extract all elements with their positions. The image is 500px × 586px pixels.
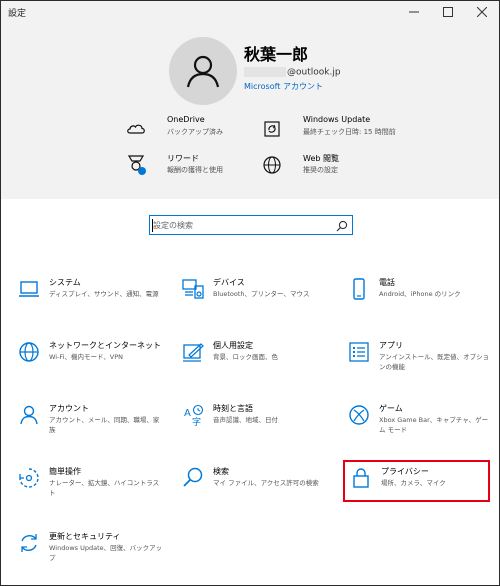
search-icon[interactable]: [336, 220, 348, 232]
category-desc: Xbox Game Bar、キャプチャ、ゲーム モード: [379, 416, 489, 434]
web-browsing-status[interactable]: Web 閲覧 推奨の設定: [261, 153, 401, 183]
category-desc: Wi-Fi、機内モード、VPN: [49, 353, 123, 361]
person-icon: [17, 403, 41, 427]
category-desc: Android、iPhone のリンク: [379, 290, 461, 298]
svg-text:A: A: [184, 408, 191, 419]
category-phone[interactable]: 電話 Android、iPhone のリンク: [347, 277, 497, 321]
category-title: アカウント: [49, 404, 89, 413]
account-header: 秋葉一郎 @outlook.jp Microsoft アカウント OneDriv…: [1, 23, 499, 199]
category-desc: 背景、ロック画面、色: [213, 353, 278, 361]
category-desc: ナレーター、拡大鏡、ハイコントラスト: [49, 479, 160, 497]
privacy-highlight-box: [343, 460, 490, 502]
search-input[interactable]: [153, 218, 329, 233]
category-system[interactable]: システム ディスプレイ、サウンド、通知、電源: [17, 277, 167, 321]
category-title: 時刻と言語: [213, 404, 253, 413]
svg-text:字: 字: [192, 416, 201, 427]
rewards-sub: 報酬の獲得と使用: [167, 166, 223, 174]
laptop-icon: [17, 277, 41, 301]
phone-icon: [347, 277, 371, 301]
category-search[interactable]: 検索 マイ ファイル、アクセス許可の検索: [181, 466, 331, 510]
category-desc: Bluetooth、プリンター、マウス: [213, 290, 310, 298]
category-title: ゲーム: [379, 404, 403, 413]
category-title: 簡単操作: [49, 467, 81, 476]
onedrive-sub: バックアップ済み: [167, 128, 223, 136]
category-title: システム: [49, 278, 81, 287]
refresh-icon: [261, 118, 283, 140]
category-ease-of-access[interactable]: 簡単操作 ナレーター、拡大鏡、ハイコントラスト: [17, 466, 167, 510]
onedrive-status[interactable]: OneDrive バックアップ済み: [125, 115, 265, 145]
globe-icon: [17, 340, 41, 364]
category-network[interactable]: ネットワークとインターネット Wi-Fi、機内モード、VPN: [17, 340, 167, 384]
avatar[interactable]: [169, 37, 237, 105]
minimize-icon: [409, 11, 419, 13]
category-apps[interactable]: アプリ アンインストール、既定値、オプションの機能: [347, 340, 497, 384]
onedrive-label: OneDrive: [167, 115, 205, 124]
category-desc: アカウント、メール、同期、職場、家族: [49, 416, 160, 434]
category-accounts[interactable]: アカウント アカウント、メール、同期、職場、家族: [17, 403, 167, 447]
web-browsing-sub: 推奨の設定: [303, 166, 338, 174]
category-desc: Windows Update、回復、バックアップ: [49, 544, 163, 562]
category-title: ネットワークとインターネット: [49, 341, 161, 350]
windows-update-status[interactable]: Windows Update 最終チェック日時: 15 時間前: [261, 115, 421, 145]
category-title: 検索: [213, 467, 229, 476]
microsoft-account-link[interactable]: Microsoft アカウント: [244, 81, 323, 92]
devices-icon: [181, 277, 205, 301]
maximize-icon: [443, 7, 453, 17]
maximize-button[interactable]: [431, 1, 465, 23]
category-update-security[interactable]: 更新とセキュリティ Windows Update、回復、バックアップ: [17, 531, 167, 575]
category-title: 電話: [379, 278, 395, 287]
web-browsing-label: Web 閲覧: [303, 154, 339, 163]
apps-icon: [347, 340, 371, 364]
personalization-icon: [181, 340, 205, 364]
title-bar[interactable]: 設定: [1, 1, 499, 23]
category-title: 個人用設定: [213, 341, 253, 350]
ease-of-access-icon: [17, 466, 41, 490]
category-personalization[interactable]: 個人用設定 背景、ロック画面、色: [181, 340, 331, 384]
category-title: デバイス: [213, 278, 245, 287]
user-name: 秋葉一郎: [244, 45, 309, 64]
settings-search[interactable]: [149, 215, 353, 235]
category-desc: マイ ファイル、アクセス許可の検索: [213, 479, 319, 487]
category-title: アプリ: [379, 341, 403, 350]
windows-update-label: Windows Update: [303, 115, 371, 124]
xbox-icon: [347, 403, 371, 427]
window-title: 設定: [8, 9, 27, 19]
rewards-status[interactable]: リワード 報酬の獲得と使用: [125, 153, 265, 183]
close-icon: [477, 7, 487, 17]
windows-update-sub: 最終チェック日時: 15 時間前: [303, 128, 396, 136]
settings-window: 設定 秋葉一郎 @outlook.jp Microsoft アカウント OneD…: [0, 0, 500, 586]
category-devices[interactable]: デバイス Bluetooth、プリンター、マウス: [181, 277, 331, 321]
minimize-button[interactable]: [397, 1, 431, 23]
category-desc: アンインストール、既定値、オプションの機能: [379, 353, 490, 371]
rewards-label: リワード: [167, 154, 199, 163]
category-title: 更新とセキュリティ: [49, 532, 121, 541]
globe-icon: [261, 154, 283, 176]
category-desc: ディスプレイ、サウンド、通知、電源: [49, 290, 159, 298]
category-desc: 音声認識、地域、日付: [213, 416, 278, 424]
user-email: @outlook.jp: [244, 67, 341, 78]
search-icon: [181, 466, 205, 490]
update-security-icon: [17, 531, 41, 555]
rewards-icon: [125, 153, 147, 175]
cloud-icon: [125, 118, 147, 140]
time-language-icon: A字: [181, 403, 205, 428]
user-avatar-icon: [186, 55, 220, 88]
email-redaction: [244, 67, 286, 77]
category-time-language[interactable]: A字 時刻と言語 音声認識、地域、日付: [181, 403, 331, 447]
close-button[interactable]: [465, 1, 499, 23]
category-gaming[interactable]: ゲーム Xbox Game Bar、キャプチャ、ゲーム モード: [347, 403, 497, 447]
user-email-domain: @outlook.jp: [287, 67, 341, 78]
